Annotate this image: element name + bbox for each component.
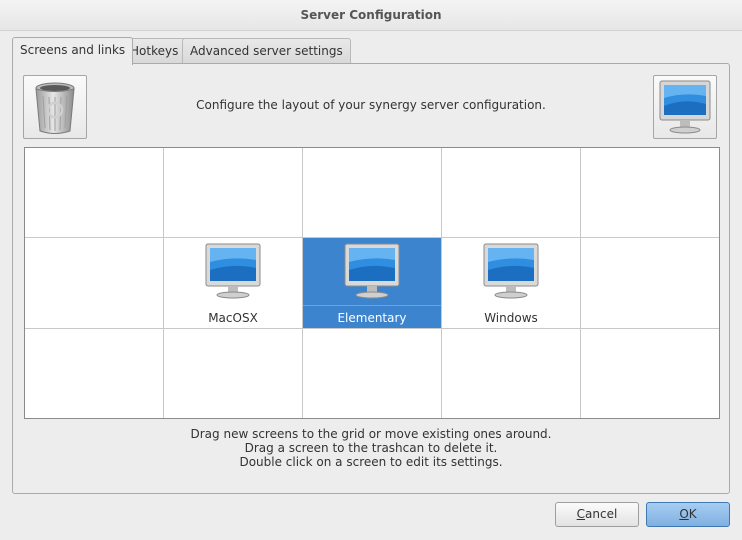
screen-layout-grid[interactable]: MacOSX Elementary Windows (24, 147, 720, 419)
tab-screens-and-links[interactable]: Screens and links (12, 37, 134, 65)
cancel-mnemonic: C (576, 507, 586, 521)
grid-cell[interactable]: MacOSX (164, 238, 303, 329)
screen-macosx[interactable]: MacOSX (164, 238, 302, 328)
screen-elementary[interactable]: Elementary (303, 238, 441, 328)
window-title: Server Configuration (0, 0, 742, 31)
ok-label-rest: K (688, 507, 697, 521)
screen-label: Windows (484, 311, 538, 325)
grid-cell[interactable]: Windows (442, 238, 581, 329)
grid-cell[interactable] (25, 238, 164, 329)
help-text: Drag new screens to the grid or move exi… (13, 427, 729, 469)
monitor-icon (659, 80, 711, 134)
grid-cell[interactable] (164, 148, 303, 238)
cancel-button[interactable]: Cancel (555, 502, 639, 527)
selection-divider (303, 305, 441, 306)
monitor-icon (483, 243, 539, 299)
grid-cell[interactable] (442, 329, 581, 418)
grid-cell[interactable] (303, 148, 442, 238)
monitor-icon (205, 243, 261, 299)
grid-cell[interactable] (25, 329, 164, 418)
help-line-2: Drag a screen to the trashcan to delete … (244, 441, 498, 455)
help-line-1: Drag new screens to the grid or move exi… (190, 427, 552, 441)
screen-label: MacOSX (208, 311, 258, 325)
cancel-label-rest: ancel (585, 507, 618, 521)
help-line-3: Double click on a screen to edit its set… (239, 455, 503, 469)
monitor-icon (344, 243, 400, 299)
grid-cell[interactable] (25, 148, 164, 238)
screen-windows[interactable]: Windows (442, 238, 580, 328)
ok-button[interactable]: OK (646, 502, 730, 527)
screens-and-links-pane: Configure the layout of your synergy ser… (12, 63, 730, 494)
trashcan[interactable] (23, 75, 87, 139)
grid-cell[interactable] (164, 329, 303, 418)
server-configuration-window: Server Configuration Screens and links H… (0, 0, 742, 540)
screen-label: Elementary (337, 311, 407, 325)
trashcan-icon (35, 82, 75, 134)
ok-mnemonic: O (679, 507, 689, 521)
grid-cell[interactable] (581, 148, 719, 238)
grid-cell[interactable] (442, 148, 581, 238)
grid-cell[interactable] (581, 238, 719, 329)
grid-cell[interactable]: Elementary (303, 238, 442, 329)
tab-advanced-server-settings[interactable]: Advanced server settings (182, 38, 351, 63)
new-screen-source[interactable] (653, 75, 717, 139)
intro-text: Configure the layout of your synergy ser… (196, 98, 546, 112)
grid-cell[interactable] (303, 329, 442, 418)
grid-cell[interactable] (581, 329, 719, 418)
